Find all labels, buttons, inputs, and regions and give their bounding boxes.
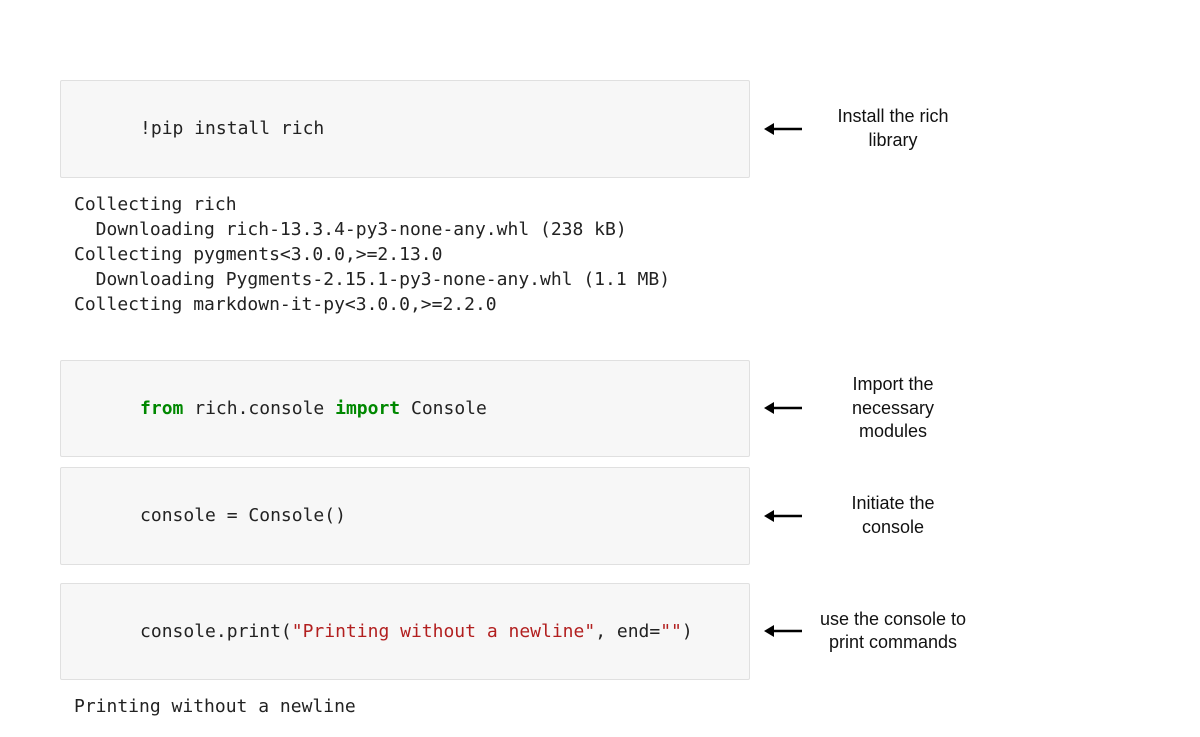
- code-cell-print: console.print("Printing without a newlin…: [60, 583, 750, 681]
- code-prefix: console.print(: [140, 621, 292, 642]
- annotation-install: Install the rich library: [818, 105, 968, 152]
- keyword-import: import: [335, 398, 400, 419]
- code-cell-install: !pip install rich: [60, 80, 750, 178]
- code-cell-init: console = Console(): [60, 467, 750, 565]
- string-literal: "Printing without a newline": [292, 621, 595, 642]
- code-suffix: ): [682, 621, 693, 642]
- code-mid: , end=: [595, 621, 660, 642]
- arrow-icon: [750, 119, 818, 139]
- annotation-init: Initiate the console: [818, 492, 968, 539]
- row-init: console = Console() Initiate the console: [60, 467, 1140, 565]
- row-import: from rich.console import Console Import …: [60, 360, 1140, 458]
- keyword-from: from: [140, 398, 183, 419]
- notebook-diagram: !pip install rich Install the rich libra…: [0, 0, 1200, 737]
- code-text: !pip install rich: [140, 118, 324, 139]
- class-name: Console: [400, 398, 487, 419]
- code-text: console = Console(): [140, 505, 346, 526]
- annotation-print: use the console to print commands: [818, 608, 968, 655]
- row-print: console.print("Printing without a newlin…: [60, 583, 1140, 681]
- code-cell-import: from rich.console import Console: [60, 360, 750, 458]
- output-print: Printing without a newline: [60, 688, 750, 737]
- arrow-icon: [750, 398, 818, 418]
- row-install: !pip install rich Install the rich libra…: [60, 80, 1140, 178]
- annotation-import: Import the necessary modules: [818, 373, 968, 443]
- output-install: Collecting rich Downloading rich-13.3.4-…: [60, 186, 750, 336]
- end-arg: "": [660, 621, 682, 642]
- arrow-icon: [750, 506, 818, 526]
- module-name: rich.console: [183, 398, 335, 419]
- arrow-icon: [750, 621, 818, 641]
